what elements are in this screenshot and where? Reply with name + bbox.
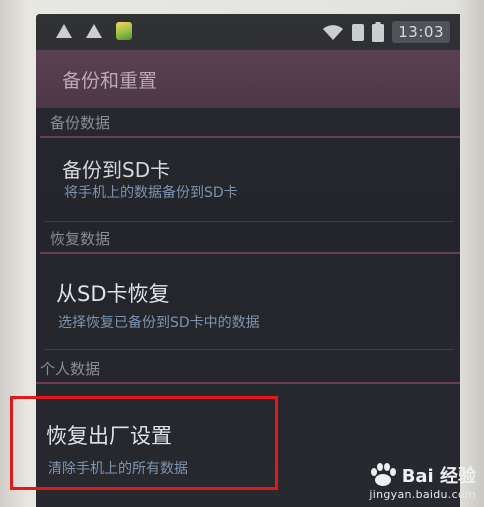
status-bar: 13:03 [36, 14, 460, 50]
section-label: 恢复数据 [50, 230, 111, 248]
baidu-paw-icon [370, 463, 396, 486]
item-subtitle: 选择恢复已备份到SD卡中的数据 [58, 315, 260, 331]
section-label: 备份数据 [50, 114, 111, 132]
battery-icon [372, 22, 385, 42]
status-system: 13:03 [322, 21, 450, 43]
page-title: 备份和重置 [62, 70, 158, 92]
list-item-backup-to-sd[interactable]: 备份到SD卡 将手机上的数据备份到SD卡 [36, 138, 460, 222]
app-notification-icon [116, 22, 132, 40]
section-header-personal: 个人数据 [36, 354, 460, 384]
section-label: 个人数据 [40, 360, 101, 378]
sim-icon [352, 23, 365, 41]
wifi-icon [322, 23, 344, 41]
warning-icon [86, 24, 102, 38]
title-bar: 备份和重置 [36, 50, 460, 108]
item-title: 从SD卡恢复 [56, 282, 170, 306]
status-notifications [56, 22, 132, 40]
item-divider [44, 349, 454, 350]
section-header-restore: 恢复数据 [36, 224, 460, 254]
watermark-url: jingyan.baidu.com [369, 488, 476, 501]
section-header-backup: 备份数据 [36, 108, 460, 138]
warning-icon [56, 24, 72, 38]
item-subtitle: 将手机上的数据备份到SD卡 [64, 185, 238, 201]
section-divider [36, 382, 460, 384]
watermark: Bai 经验 jingyan.baidu.com [368, 462, 476, 501]
highlight-annotation [10, 396, 278, 490]
list-item-restore-from-sd[interactable]: 从SD卡恢复 选择恢复已备份到SD卡中的数据 [36, 254, 460, 350]
item-divider [44, 221, 454, 222]
status-clock: 13:03 [392, 21, 450, 43]
item-title: 备份到SD卡 [62, 158, 171, 182]
watermark-brand: Bai 经验 [401, 466, 476, 487]
